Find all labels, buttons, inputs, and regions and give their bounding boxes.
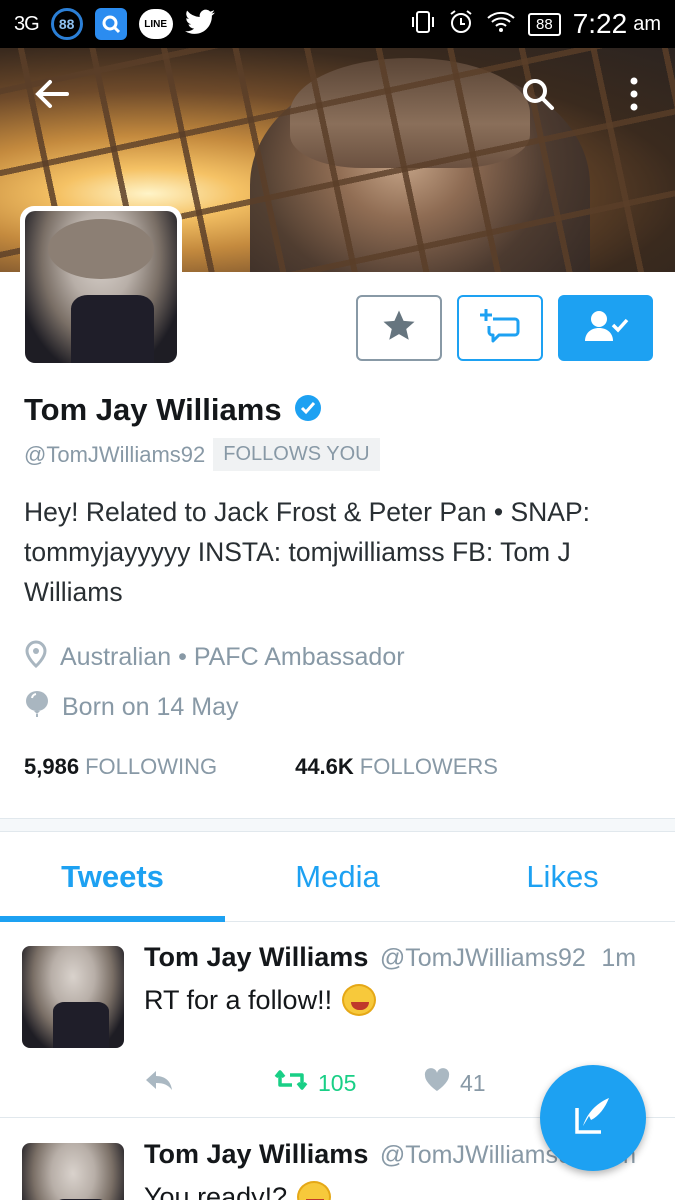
like-count: 41	[460, 1069, 486, 1096]
wifi-icon	[486, 10, 516, 39]
back-button[interactable]	[28, 72, 76, 120]
grinning-emoji-icon	[297, 1181, 332, 1200]
profile-name-row: Tom Jay Williams	[24, 392, 322, 428]
network-indicator: 3G	[14, 12, 40, 35]
arrow-left-icon	[35, 79, 69, 114]
profile-tabs: Tweets Media Likes	[0, 832, 675, 922]
favorite-notifications-button[interactable]	[356, 295, 442, 361]
verified-badge-icon	[294, 394, 322, 427]
profile-handle-row: @TomJWilliams92 FOLLOWS YOU	[24, 438, 380, 471]
more-vertical-icon	[629, 77, 639, 116]
search-icon	[521, 77, 555, 116]
profile-location: Australian • PAFC Ambassador	[24, 640, 405, 675]
profile-birthday: Born on 14 May	[24, 690, 239, 725]
status-bar: 3G 88 LINE 88 7:22 am	[0, 0, 675, 48]
tongue-out-emoji-icon	[342, 984, 377, 1016]
vibrate-icon	[410, 9, 436, 40]
tweet-text-content: You ready!?	[144, 1181, 288, 1200]
following-count: 5,986	[24, 754, 80, 779]
star-icon	[381, 309, 417, 348]
section-divider	[0, 818, 675, 832]
profile-bio: Hey! Related to Jack Frost & Peter Pan •…	[24, 497, 591, 607]
retweet-icon	[274, 1069, 308, 1097]
balloon-icon	[24, 690, 50, 725]
compose-tweet-button[interactable]	[540, 1065, 646, 1171]
message-plus-icon	[479, 307, 521, 350]
search-button[interactable]	[514, 72, 562, 120]
tweet-author-name: Tom Jay Williams	[144, 1139, 369, 1169]
following-label: FOLLOWING	[85, 754, 218, 779]
following-stat[interactable]: 5,986 FOLLOWING	[24, 754, 217, 780]
overflow-menu-button[interactable]	[610, 72, 658, 120]
battery-indicator: 88	[528, 12, 561, 36]
clock-ampm: am	[633, 12, 661, 35]
followers-stat[interactable]: 44.6K FOLLOWERS	[295, 754, 498, 780]
tab-likes[interactable]: Likes	[450, 832, 675, 921]
follows-you-badge: FOLLOWS YOU	[213, 438, 380, 471]
twitter-bird-icon	[184, 9, 215, 40]
tab-tweets[interactable]: Tweets	[0, 832, 225, 922]
person-check-icon	[583, 309, 629, 348]
tweet-actions: 105 41	[144, 1068, 486, 1098]
direct-message-button[interactable]	[457, 295, 543, 361]
notification-badge: 88	[50, 8, 83, 40]
profile-handle: @TomJWilliams92	[24, 441, 206, 467]
avatar-image	[25, 211, 177, 363]
clock-time: 7:22	[572, 8, 628, 39]
heart-icon	[424, 1068, 450, 1098]
tweet-time: 1m	[601, 944, 637, 972]
tweet-author-handle: @TomJWilliams92	[379, 944, 586, 972]
reply-icon	[144, 1069, 174, 1097]
tweet-author-name: Tom Jay Williams	[144, 942, 369, 972]
line-app-icon: LINE	[138, 9, 173, 39]
followers-label: FOLLOWERS	[359, 754, 498, 779]
followers-count: 44.6K	[295, 754, 354, 779]
tweet-text-content: RT for a follow!!	[144, 984, 333, 1015]
retweet-count: 105	[318, 1069, 357, 1096]
tweet-avatar[interactable]	[22, 1143, 124, 1200]
like-button[interactable]: 41	[424, 1068, 486, 1098]
retweet-button[interactable]: 105	[274, 1069, 424, 1097]
tweet-avatar[interactable]	[22, 946, 124, 1048]
tweet-text: RT for a follow!!	[144, 984, 377, 1016]
following-button[interactable]	[558, 295, 653, 361]
tab-media[interactable]: Media	[225, 832, 450, 921]
location-pin-icon	[24, 640, 48, 675]
tweet-header: Tom Jay Williams @TomJWilliams92 1m	[144, 942, 636, 973]
profile-avatar[interactable]	[20, 206, 182, 368]
profile-stats: 5,986 FOLLOWING 44.6K FOLLOWERS	[24, 754, 498, 780]
tweet-text: You ready!?	[144, 1181, 332, 1200]
birthday-text: Born on 14 May	[62, 693, 239, 721]
search-app-icon	[94, 8, 127, 40]
compose-feather-icon	[571, 1094, 615, 1143]
location-text: Australian • PAFC Ambassador	[60, 643, 405, 671]
profile-name: Tom Jay Williams	[24, 392, 282, 427]
alarm-icon	[448, 9, 474, 40]
reply-button[interactable]	[144, 1069, 274, 1097]
